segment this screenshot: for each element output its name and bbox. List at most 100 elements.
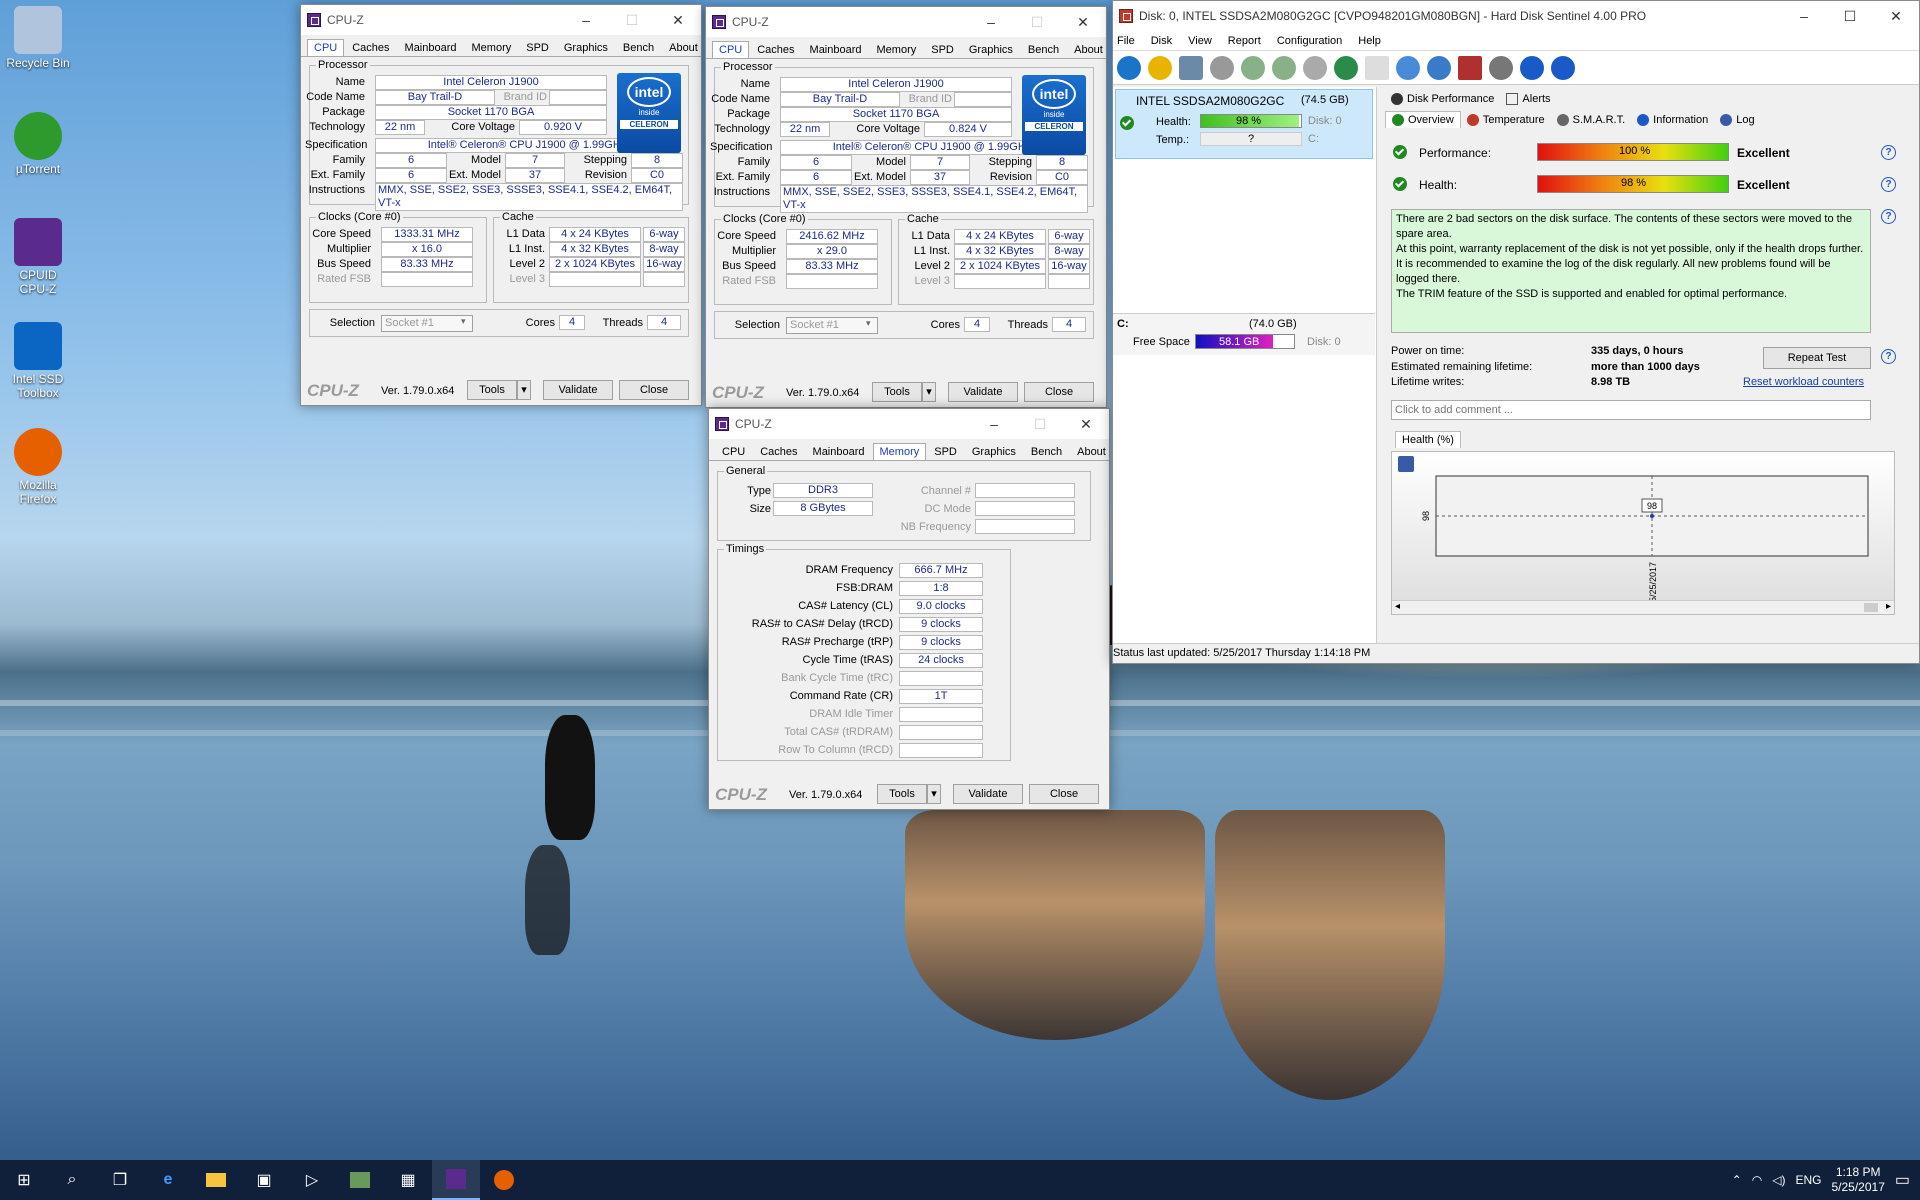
tools-button[interactable]: Tools <box>872 382 922 402</box>
tab-cpu[interactable]: CPU <box>712 41 750 58</box>
tab-graphics[interactable]: Graphics <box>557 39 615 56</box>
tools-button[interactable]: Tools <box>467 380 517 400</box>
task-view-icon[interactable]: ❐ <box>96 1160 144 1200</box>
tab-bench[interactable]: Bench <box>1024 443 1069 460</box>
tab-alerts[interactable]: Alerts <box>1500 91 1556 107</box>
help-icon[interactable] <box>1520 55 1544 80</box>
tab-caches[interactable]: Caches <box>753 443 804 460</box>
menu-report[interactable]: Report <box>1228 35 1261 47</box>
media-icon[interactable]: ▷ <box>288 1160 336 1200</box>
tab-graphics[interactable]: Graphics <box>965 443 1023 460</box>
notification-icon[interactable]: ▭ <box>1895 1170 1910 1190</box>
tab-spd[interactable]: SPD <box>519 39 556 56</box>
refresh-icon[interactable] <box>1117 55 1141 80</box>
close-window-button[interactable]: ✕ <box>1060 7 1106 37</box>
search-icon[interactable]: ⌕ <box>48 1160 96 1200</box>
tab-memory[interactable]: Memory <box>870 41 924 58</box>
sound-icon[interactable] <box>1489 55 1513 80</box>
image-app-icon[interactable] <box>336 1160 384 1200</box>
scroll-thumb[interactable] <box>1864 603 1878 612</box>
minimize-button[interactable]: – <box>968 7 1014 37</box>
tab-information[interactable]: Information <box>1631 111 1714 128</box>
test-2-icon[interactable] <box>1241 55 1265 80</box>
tools-dropdown-button[interactable]: ▾ <box>517 380 531 400</box>
globe-icon[interactable] <box>1334 55 1358 80</box>
validate-button[interactable]: Validate <box>543 380 613 400</box>
title-bar[interactable]: CPU-Z – ☐ ✕ <box>709 409 1109 439</box>
tab-caches[interactable]: Caches <box>750 41 801 58</box>
repeat-test-button[interactable]: Repeat Test <box>1763 347 1871 369</box>
alert-icon[interactable] <box>1148 55 1172 80</box>
close-window-button[interactable]: ✕ <box>1873 1 1919 31</box>
tools-button[interactable]: Tools <box>877 784 927 804</box>
tab-about[interactable]: About <box>662 39 705 56</box>
test-icon[interactable] <box>1210 55 1234 80</box>
tab-memory[interactable]: Memory <box>465 39 519 56</box>
recycle-bin-icon[interactable]: Recycle Bin <box>4 6 72 70</box>
cpuz-taskbar-icon[interactable] <box>432 1160 480 1200</box>
store-icon[interactable]: ▣ <box>240 1160 288 1200</box>
reset-workload-link[interactable]: Reset workload counters <box>1743 376 1864 388</box>
title-bar[interactable]: CPU-Z – ☐ ✕ <box>301 5 701 35</box>
volume-icon[interactable]: ◁) <box>1772 1173 1785 1187</box>
help-health-icon[interactable]: ? <box>1881 177 1896 192</box>
close-button[interactable]: Close <box>619 380 689 400</box>
menu-file[interactable]: File <box>1117 35 1135 47</box>
tools-dropdown-button[interactable]: ▾ <box>927 784 941 804</box>
clapper-icon[interactable]: ▦ <box>384 1160 432 1200</box>
network-icon[interactable] <box>1427 55 1451 80</box>
minimize-button[interactable]: – <box>1781 1 1827 31</box>
help-performance-icon[interactable]: ? <box>1881 145 1896 160</box>
maximize-button[interactable]: ☐ <box>1827 1 1873 31</box>
intel-ssd-toolbox-icon[interactable]: Intel SSD Toolbox <box>4 322 72 400</box>
tab-smart[interactable]: S.M.A.R.T. <box>1551 111 1632 128</box>
report-icon[interactable] <box>1365 55 1389 80</box>
minimize-button[interactable]: – <box>971 409 1017 439</box>
tab-cpu[interactable]: CPU <box>307 39 345 56</box>
minimize-button[interactable]: – <box>563 5 609 35</box>
settings-icon[interactable] <box>1458 55 1482 80</box>
volume-entry[interactable]: C: (74.0 GB) Free Space 58.1 GB Disk: 0 <box>1113 313 1375 355</box>
menu-view[interactable]: View <box>1188 35 1212 47</box>
tab-mainboard[interactable]: Mainboard <box>806 443 872 460</box>
tab-log[interactable]: Log <box>1714 111 1760 128</box>
utorrent-icon[interactable]: µTorrent <box>4 112 72 176</box>
tab-caches[interactable]: Caches <box>345 39 396 56</box>
validate-button[interactable]: Validate <box>948 382 1018 402</box>
test-3-icon[interactable] <box>1272 55 1296 80</box>
menu-disk[interactable]: Disk <box>1151 35 1172 47</box>
close-window-button[interactable]: ✕ <box>655 5 701 35</box>
tab-mainboard[interactable]: Mainboard <box>398 39 464 56</box>
tray-overflow-icon[interactable]: ⌃ <box>1732 1173 1742 1187</box>
tab-bench[interactable]: Bench <box>616 39 661 56</box>
file-explorer-icon[interactable] <box>192 1160 240 1200</box>
firefox-icon[interactable]: Mozilla Firefox <box>4 428 72 506</box>
scroll-right-icon[interactable]: ▸ <box>1886 601 1891 612</box>
tab-graphics[interactable]: Graphics <box>962 41 1020 58</box>
tab-disk-performance[interactable]: Disk Performance <box>1385 91 1500 107</box>
title-bar[interactable]: CPU-Z – ☐ ✕ <box>706 7 1106 37</box>
scroll-left-icon[interactable]: ◂ <box>1395 601 1400 612</box>
info-icon[interactable] <box>1551 55 1575 80</box>
health-chart-tab[interactable]: Health (%) <box>1395 431 1461 448</box>
title-bar[interactable]: Disk: 0, INTEL SSDSA2M080G2GC [CVPO94820… <box>1113 1 1919 31</box>
tab-cpu[interactable]: CPU <box>715 443 752 460</box>
chart-scrollbar[interactable]: ◂ ▸ <box>1392 600 1894 614</box>
edge-icon[interactable]: e <box>144 1160 192 1200</box>
close-window-button[interactable]: ✕ <box>1063 409 1109 439</box>
wifi-icon[interactable]: ◠ <box>1752 1173 1762 1187</box>
validate-button[interactable]: Validate <box>953 784 1023 804</box>
disk-icon[interactable] <box>1179 55 1203 80</box>
tab-spd[interactable]: SPD <box>924 41 961 58</box>
selection-dropdown[interactable]: Socket #1 <box>786 317 878 334</box>
tab-overview[interactable]: Overview <box>1385 111 1461 128</box>
help-repeat-icon[interactable]: ? <box>1881 349 1896 364</box>
chevron-down-icon[interactable]: ▾ <box>461 316 466 327</box>
tab-mainboard[interactable]: Mainboard <box>803 41 869 58</box>
language-indicator[interactable]: ENG <box>1795 1173 1821 1187</box>
chevron-down-icon[interactable]: ▾ <box>866 318 871 329</box>
clock[interactable]: 1:18 PM 5/25/2017 <box>1831 1165 1884 1195</box>
tab-spd[interactable]: SPD <box>927 443 964 460</box>
start-button[interactable]: ⊞ <box>0 1160 48 1200</box>
close-button[interactable]: Close <box>1029 784 1099 804</box>
